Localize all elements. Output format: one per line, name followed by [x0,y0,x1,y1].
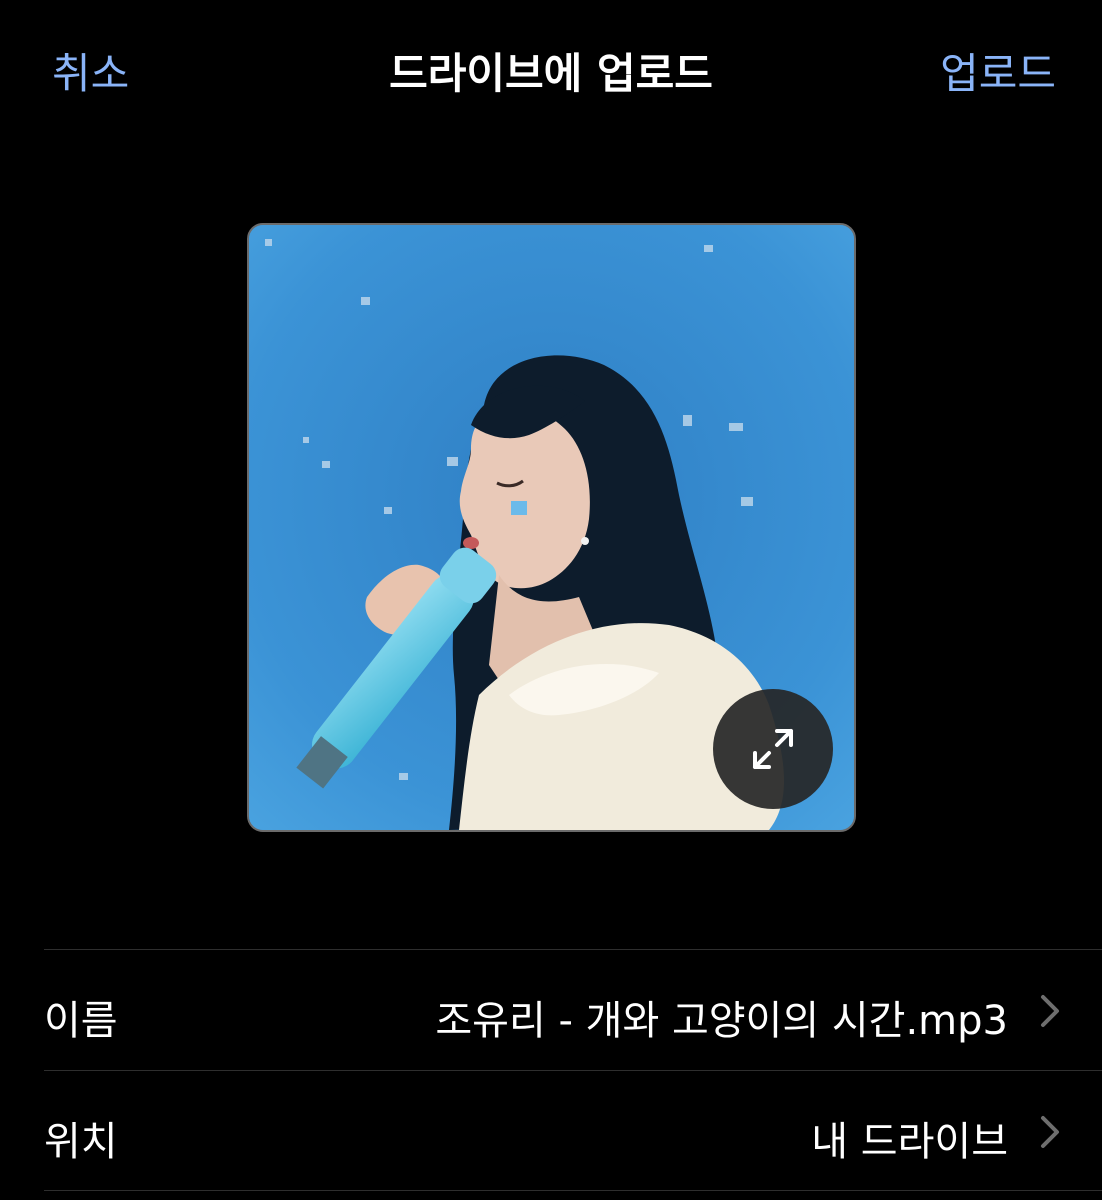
file-name-label: 이름 [44,998,118,1044]
expand-icon [753,729,793,769]
file-name-row[interactable]: 이름 조유리 - 개와 고양이의 시간.mp3 [44,950,1102,1070]
page-title: 드라이브에 업로드 [389,49,713,98]
file-preview-thumbnail[interactable] [247,223,856,832]
top-navigation-bar: 취소 드라이브에 업로드 업로드 [0,0,1102,140]
location-label: 위치 [44,1119,118,1165]
chevron-right-icon [1041,995,1059,1027]
file-name-value: 조유리 - 개와 고양이의 시간.mp3 [435,998,1008,1044]
chevron-right-icon [1041,1116,1059,1148]
expand-preview-button[interactable] [713,689,833,809]
upload-button[interactable]: 업로드 [940,40,1056,101]
location-value: 내 드라이브 [811,1119,1008,1165]
divider [44,1190,1102,1191]
location-row[interactable]: 위치 내 드라이브 [44,1071,1102,1191]
